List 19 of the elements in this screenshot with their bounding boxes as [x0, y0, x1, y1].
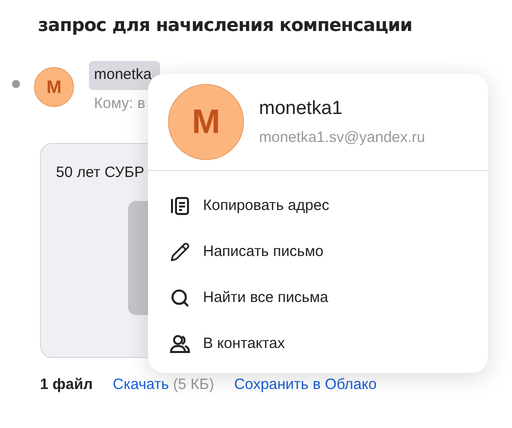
subject-title: запрос для начисления компенсации	[38, 14, 414, 38]
download-link[interactable]: Скачать	[112, 374, 169, 396]
sender-chip[interactable]: monetka	[89, 61, 160, 90]
save-to-cloud-link[interactable]: Сохранить в Облако	[234, 374, 377, 396]
recipient-text: Кому: в	[94, 94, 146, 114]
pencil-icon	[170, 242, 190, 262]
attachment-preview-text: 50 лет СУБР	[56, 163, 146, 183]
people-icon	[170, 334, 190, 354]
file-count: 1 файл	[40, 375, 93, 395]
popup-menu-item[interactable]: Найти все письма	[148, 275, 488, 321]
contact-avatar: M	[168, 84, 244, 160]
popup-menu-item[interactable]: Копировать адрес	[148, 183, 488, 229]
file-size: (5 КБ)	[172, 375, 214, 395]
popup-menu-item[interactable]: Написать письмо	[148, 229, 488, 275]
contact-name: monetka1	[259, 97, 344, 121]
popup-menu-item[interactable]: В контактах	[148, 321, 488, 367]
search-icon	[170, 288, 190, 308]
contact-email: monetka1.sv@yandex.ru	[259, 128, 426, 148]
document-list-icon	[170, 196, 190, 216]
